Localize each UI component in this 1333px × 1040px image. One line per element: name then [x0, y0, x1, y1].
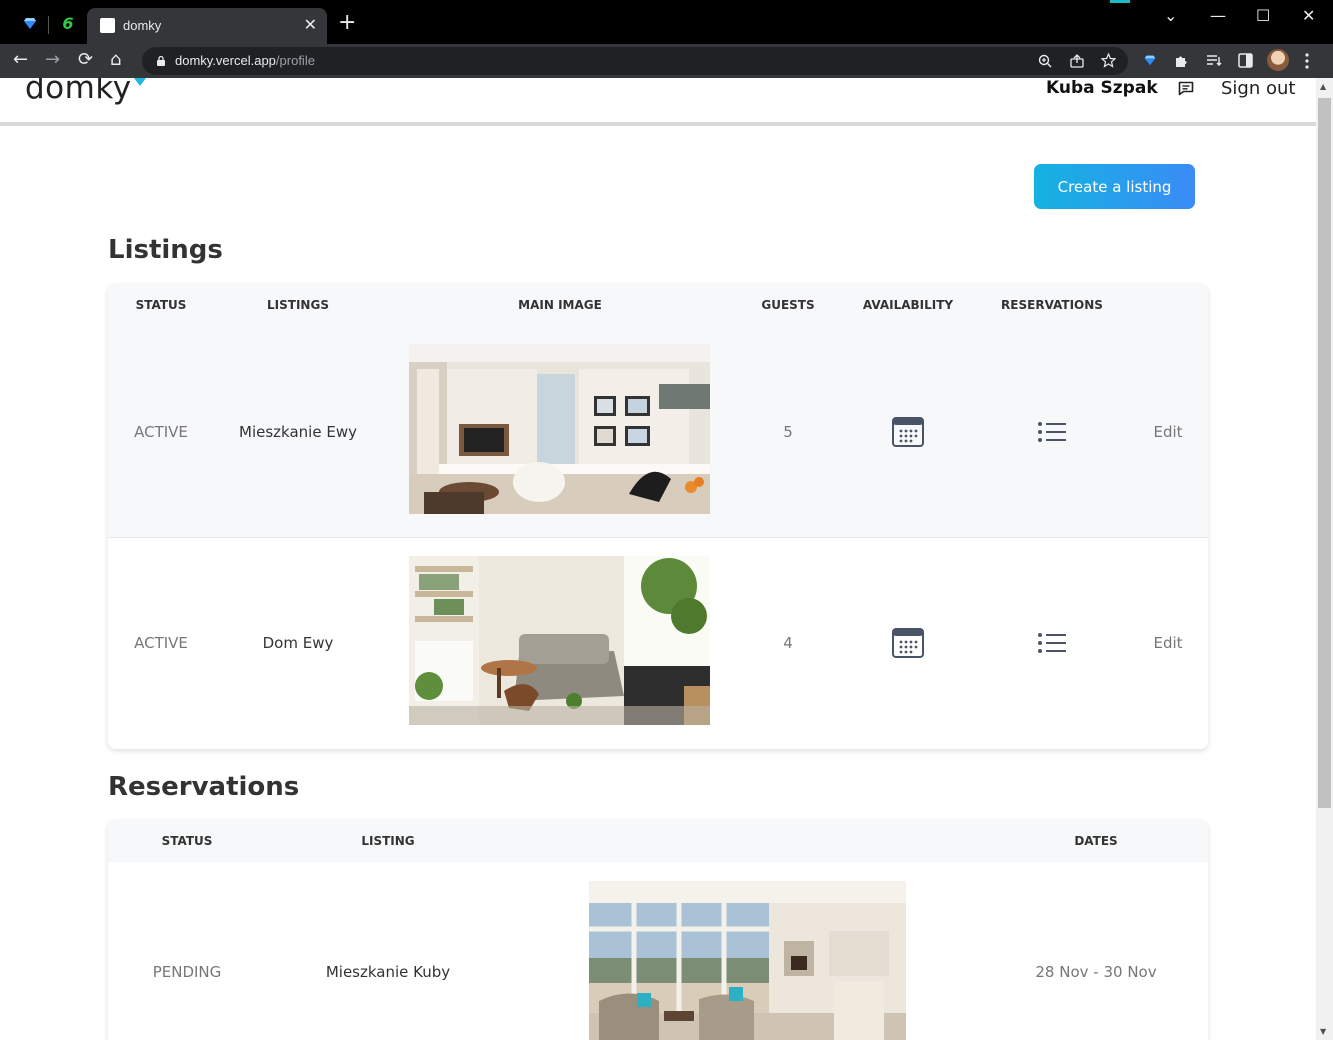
listing-status: ACTIVE [134, 634, 188, 652]
listing-guests: 5 [783, 423, 793, 441]
edit-listing-link[interactable]: Edit [1153, 423, 1182, 441]
col-status: STATUS [161, 834, 213, 848]
reservations-list-icon[interactable] [1038, 422, 1066, 442]
table-row: ACTIVE Dom Ewy 4 Edit [108, 538, 1208, 749]
create-listing-button[interactable]: Create a listing [1034, 164, 1195, 209]
tab-title: domky [123, 18, 162, 33]
maximize-button[interactable]: ☐ [1256, 6, 1270, 25]
scrollbar-thumb[interactable] [1318, 98, 1331, 808]
listing-main-image [409, 344, 710, 514]
user-name-link[interactable]: Kuba Szpak [1046, 78, 1158, 98]
zoom-icon[interactable] [1038, 54, 1052, 68]
calendar-icon[interactable] [892, 627, 924, 659]
reservations-list-icon[interactable] [1038, 633, 1066, 653]
address-bar[interactable]: domky.vercel.app/profile [142, 47, 1128, 75]
page-favicon-icon [100, 18, 115, 33]
reservations-heading: Reservations [108, 772, 300, 802]
six-icon: 6 [62, 13, 74, 33]
sign-out-link[interactable]: Sign out [1221, 78, 1295, 99]
col-status: STATUS [135, 298, 187, 312]
new-tab-button[interactable]: + [338, 12, 356, 34]
reservations-table: STATUS LISTING DATES PENDING Mieszkanie … [108, 820, 1208, 1040]
logo-diamond-icon [134, 78, 146, 86]
listing-name: Dom Ewy [262, 634, 334, 652]
extension-diamond-icon[interactable] [1143, 53, 1157, 67]
reservation-status: PENDING [152, 963, 222, 981]
col-reservations: RESERVATIONS [1001, 298, 1103, 312]
profile-avatar[interactable] [1267, 49, 1289, 71]
back-button[interactable]: ← [13, 49, 28, 71]
star-icon[interactable] [1101, 53, 1116, 68]
col-main-image: MAIN IMAGE [518, 298, 602, 312]
col-listings: LISTINGS [267, 298, 329, 312]
site-header: domky Kuba Szpak Sign out [0, 78, 1316, 126]
side-panel-icon[interactable] [1238, 53, 1253, 68]
reload-button[interactable]: ⟳ [78, 49, 93, 71]
reservation-dates: 28 Nov - 30 Nov [1035, 963, 1157, 981]
table-row: ACTIVE Mieszkanie Ewy 5 Edit [108, 326, 1208, 538]
close-window-button[interactable]: ✕ [1302, 6, 1315, 25]
reservations-table-header: STATUS LISTING DATES [108, 820, 1208, 862]
listing-main-image [409, 556, 710, 725]
listing-guests: 4 [783, 634, 793, 652]
listings-table-header: STATUS LISTINGS MAIN IMAGE GUESTS AVAILA… [108, 284, 1208, 326]
tab-domky[interactable]: domky ✕ [87, 8, 327, 44]
home-button[interactable]: ⌂ [110, 49, 121, 71]
tab-separator [48, 16, 49, 34]
browser-tabbar: 6 domky ✕ + ⌄ — ☐ ✕ [0, 0, 1333, 44]
listings-table: STATUS LISTINGS MAIN IMAGE GUESTS AVAILA… [108, 284, 1208, 749]
extensions-puzzle-icon[interactable] [1174, 53, 1189, 68]
url-host: domky.vercel.app [175, 53, 276, 68]
window-accent-mark [1110, 0, 1130, 3]
messages-icon[interactable] [1178, 81, 1194, 96]
pinned-tab-diamond[interactable] [12, 8, 48, 38]
diamond-icon [24, 18, 36, 29]
edit-listing-link[interactable]: Edit [1153, 634, 1182, 652]
col-availability: AVAILABILITY [862, 298, 954, 312]
forward-button[interactable]: → [45, 49, 60, 71]
pinned-tab-six[interactable]: 6 [50, 8, 86, 38]
reservation-listing-image [589, 881, 906, 1040]
share-icon[interactable] [1070, 54, 1084, 68]
site-logo[interactable]: domky [25, 78, 132, 106]
listing-status: ACTIVE [134, 423, 188, 441]
col-guests: GUESTS [761, 298, 815, 312]
browser-toolbar: ← → ⟳ ⌂ domky.vercel.app/profile [0, 44, 1333, 78]
listing-name: Mieszkanie Ewy [239, 423, 357, 441]
page-viewport: domky Kuba Szpak Sign out Create a listi… [0, 78, 1316, 1040]
col-listing: LISTING [361, 834, 415, 848]
url-text: domky.vercel.app/profile [175, 53, 315, 68]
col-dates: DATES [1074, 834, 1118, 848]
calendar-icon[interactable] [892, 416, 924, 448]
minimize-button[interactable]: — [1210, 6, 1226, 25]
page-scrollbar[interactable]: ▲ ▼ [1316, 78, 1333, 1040]
reservation-listing: Mieszkanie Kuby [325, 963, 451, 981]
listings-heading: Listings [108, 235, 223, 265]
tab-close-icon[interactable]: ✕ [304, 15, 317, 34]
chrome-menu-icon[interactable] [1305, 53, 1309, 69]
reading-list-icon[interactable] [1206, 54, 1222, 68]
tab-search-icon[interactable]: ⌄ [1164, 6, 1177, 25]
url-path: /profile [275, 53, 315, 68]
scroll-down-icon[interactable]: ▼ [1320, 1027, 1326, 1036]
table-row: PENDING Mieszkanie Kuby 28 Nov - 30 Nov [108, 862, 1208, 1040]
lock-icon [157, 55, 165, 66]
scroll-up-icon[interactable]: ▲ [1320, 82, 1326, 91]
